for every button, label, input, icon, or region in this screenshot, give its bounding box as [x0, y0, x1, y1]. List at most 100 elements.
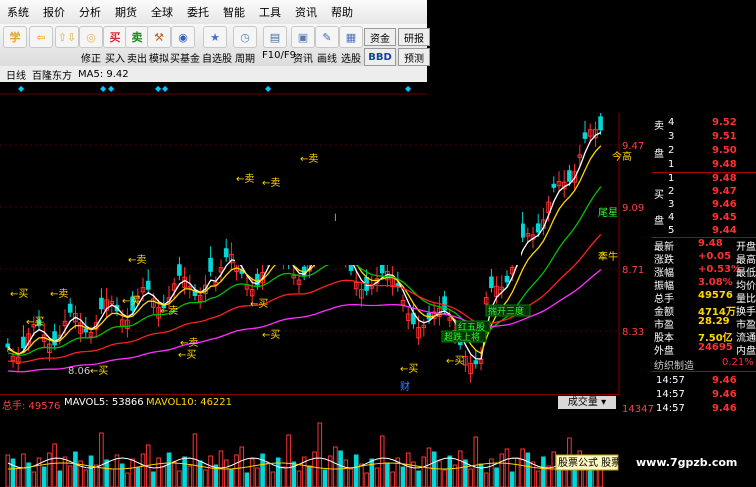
buy-signal-label: ←买	[26, 316, 44, 328]
menu-item-3[interactable]: 期货	[108, 4, 144, 20]
toolbar-label-7: 买基金	[170, 54, 200, 65]
toolbar-button-8[interactable]: ★ 自选股	[202, 26, 232, 65]
toolbar-label-10: F10/F9	[262, 50, 296, 61]
volume-bar	[541, 456, 546, 487]
chart-info-bar: 日线 百隆东方 MA5: 9.42	[0, 66, 427, 82]
candle-body	[567, 170, 572, 182]
volume-bar	[182, 456, 187, 487]
buy-signal-label: ←买	[90, 365, 108, 377]
stat-row: 最新 9.48 开盘	[652, 238, 756, 253]
volume-bar	[135, 467, 141, 487]
volume-bar	[385, 462, 390, 487]
toolbar-mini-2[interactable]: BBD	[364, 48, 396, 66]
ma5-readout: MA5: 9.42	[78, 68, 129, 80]
volume-bar	[275, 457, 281, 487]
menu-item-6[interactable]: 智能	[216, 4, 252, 20]
toolbar-icon-10: ▤	[263, 26, 287, 48]
stat-row: 涨跌 +0.05 最高	[652, 251, 756, 266]
sell-signal-label: ←卖	[300, 153, 318, 165]
toolbar-button-2[interactable]: ⇧⇩	[54, 26, 80, 64]
industry-row: 纺织制造 0.21%	[652, 357, 756, 372]
toolbar-label-6: 模拟	[149, 54, 169, 65]
toolbar-label-11: 资讯	[293, 54, 313, 65]
toolbar-button-10[interactable]: ▤ F10/F9	[262, 26, 296, 64]
bid-price: 9.45	[712, 212, 737, 223]
stat-value: +0.05	[698, 251, 732, 262]
toolbar-mini-0[interactable]: 资金	[364, 28, 396, 46]
ask-row: 卖 4 9.52	[652, 117, 756, 132]
chevron-down-icon: ▾	[601, 397, 607, 408]
indicator-selector[interactable]: 成交量 ▾	[558, 396, 616, 409]
menu-item-0[interactable]: 系统	[0, 4, 36, 20]
toolbar-mini-1[interactable]: 研报	[398, 28, 430, 46]
menu-bar: 系统 报价 分析 期货 全球 委托 智能 工具 资讯 帮助	[0, 0, 427, 25]
stat-row: 市盈 28.29 市盈	[652, 316, 756, 331]
toolbar-icon-12: ✎	[315, 26, 339, 48]
volume-bar	[41, 466, 47, 487]
volume-bar	[509, 471, 515, 487]
menu-item-5[interactable]: 委托	[180, 4, 216, 20]
ask-price: 9.50	[712, 145, 737, 156]
signal-diamond: ◆	[162, 84, 169, 93]
volume-bar	[57, 470, 63, 487]
tick-row: 14:57 9.46	[652, 403, 756, 415]
stat-key-2: 内盘	[736, 346, 756, 357]
tick-price: 9.46	[712, 389, 737, 400]
period-label[interactable]: 日线	[6, 67, 26, 82]
volume-tag-label: 股票公式 股票软	[558, 456, 620, 469]
menu-item-4[interactable]: 全球	[144, 4, 180, 20]
tick-time: 14:57	[656, 403, 685, 414]
bid-row: 买 2 9.47	[652, 186, 756, 201]
toolbar-button-7[interactable]: ◉ 买基金	[170, 26, 200, 65]
toolbar-icon-9: ◷	[233, 26, 257, 48]
toolbar-button-11[interactable]: ▣ 资讯	[290, 26, 316, 65]
volume-bar	[104, 459, 109, 487]
candle-body	[551, 183, 557, 188]
menu-item-8[interactable]: 资讯	[288, 4, 324, 20]
ask-level: 1	[668, 159, 675, 170]
volume-chart[interactable]: 股票公式 股票软	[0, 411, 620, 487]
volume-total: 总手: 49576	[2, 401, 61, 412]
volume-header: 总手: 49576 MAVOL5: 53866 MAVOL10: 46221 成…	[0, 394, 654, 415]
ask-level: 3	[668, 131, 675, 142]
indicator-selector-label: 成交量	[567, 397, 598, 408]
toolbar-button-13[interactable]: ▦ 选股	[338, 26, 364, 65]
volume-axis-value: 14347	[622, 404, 654, 415]
sell-signal-label: ←卖	[50, 288, 68, 300]
volume-bar	[353, 454, 359, 487]
ask-row: 1 9.48	[652, 159, 756, 171]
menu-item-2[interactable]: 分析	[72, 4, 108, 20]
buy-signal-label: ←买	[250, 298, 268, 310]
stock-name: 百隆东方	[32, 70, 72, 82]
toolbar-button-0[interactable]: 学	[2, 26, 28, 64]
toolbar-button-6[interactable]: ⚒ 模拟	[146, 26, 172, 65]
candle-body	[5, 343, 11, 348]
toolbar-button-3[interactable]: ◎ 修正	[78, 26, 104, 65]
ask-row: 3 9.51	[652, 131, 756, 143]
volume-bar	[197, 460, 203, 487]
stat-value: 24695	[698, 342, 733, 353]
stat-row: 股本 7.50亿 流通	[652, 329, 756, 344]
volume-bar	[587, 468, 593, 487]
volume-bar	[244, 472, 250, 487]
signal-diamond: ◆	[405, 84, 412, 93]
price-tick-label: 8.33	[622, 327, 644, 338]
stat-value: 9.48	[698, 238, 723, 249]
price-tick-label: 9.09	[622, 203, 644, 214]
buy-signal-label: ←买	[178, 349, 196, 361]
bid-row: 1 9.48	[652, 173, 756, 185]
event-marker-label: 财	[400, 380, 410, 393]
menu-item-9[interactable]: 帮助	[324, 4, 360, 20]
toolbar-mini-3[interactable]: 预测	[398, 48, 430, 66]
menu-item-1[interactable]: 报价	[36, 4, 72, 20]
ask-level: 2	[668, 145, 675, 156]
toolbar-button-9[interactable]: ◷ 周期	[232, 26, 258, 65]
tick-time: 14:57	[656, 375, 685, 386]
trend-label: 尾星	[598, 207, 618, 219]
toolbar-button-12[interactable]: ✎ 画线	[314, 26, 340, 65]
price-tick-label: 8.71	[622, 265, 644, 276]
menu-item-7[interactable]: 工具	[252, 4, 288, 20]
toolbar-button-1[interactable]: ⇦	[28, 26, 54, 64]
volume-bar	[73, 451, 78, 487]
bid-level: 4	[668, 212, 675, 223]
